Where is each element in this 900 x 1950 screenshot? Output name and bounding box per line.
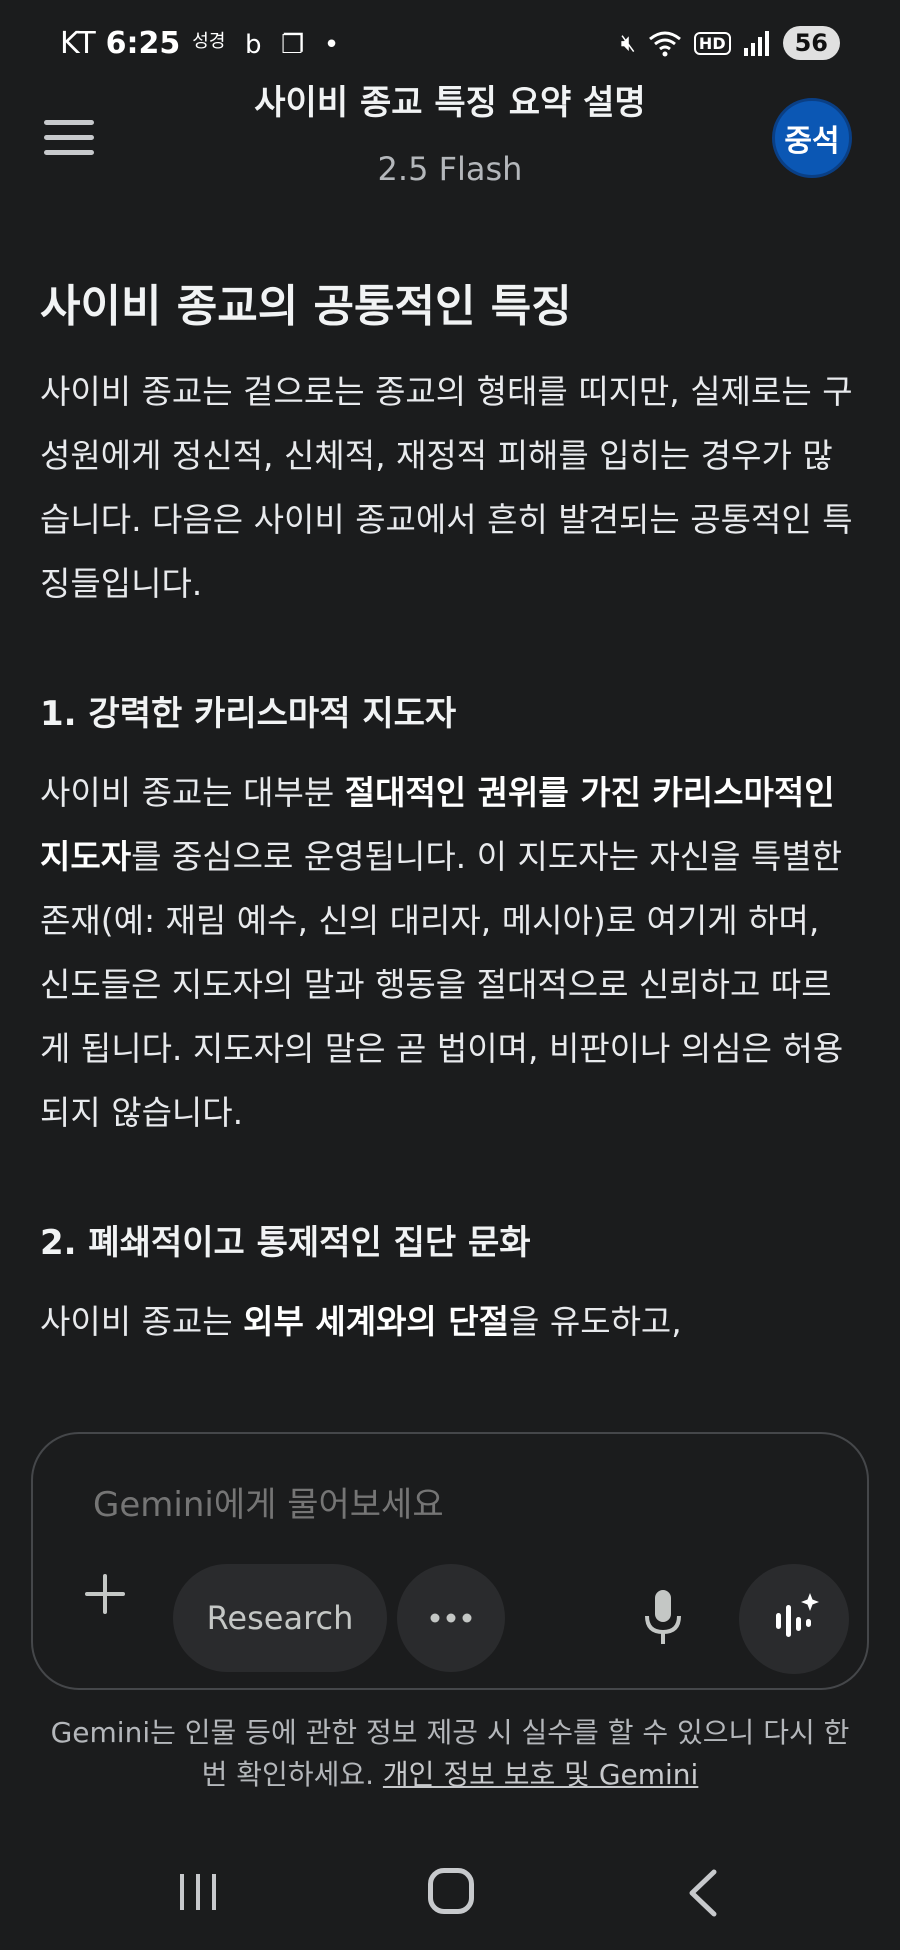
clock: 6:25 [105, 26, 181, 61]
prompt-input[interactable] [91, 1484, 795, 1526]
signal-icon [743, 31, 769, 56]
battery-indicator: 56 [782, 26, 840, 60]
recent-apps-button[interactable] [176, 1870, 220, 1914]
prompt-composer: Research [31, 1432, 869, 1690]
wifi-icon [648, 31, 681, 57]
notification-bible-label: 성경 [192, 31, 226, 52]
section-1-title: 1. 강력한 카리스마적 지도자 [40, 694, 457, 734]
bold-text: 외부 세계와의 단절 [243, 1302, 509, 1341]
app-header: 사이비 종교 특징 요약 설명 2.5 Flash 중석 [0, 70, 900, 200]
copy-icon: ❐ [281, 30, 305, 60]
carrier-label: KT [60, 26, 96, 61]
response-content: 사이비 종교의 공통적인 특징 사이비 종교는 겉으로는 종교의 형태를 띠지만… [40, 270, 860, 1354]
section-1-paragraph: 사이비 종교는 대부분 절대적인 권위를 가진 카리스마적인 지도자를 중심으로… [40, 773, 844, 1132]
microphone-button[interactable] [633, 1584, 693, 1654]
research-button[interactable]: Research [173, 1564, 387, 1672]
gemini-live-icon [776, 1593, 819, 1637]
more-horizontal-icon [430, 1613, 472, 1623]
home-button[interactable] [428, 1868, 474, 1914]
bing-icon: b [244, 30, 262, 60]
add-attachment-button[interactable] [73, 1562, 137, 1626]
conversation-title: 사이비 종교 특징 요약 설명 [254, 83, 646, 123]
mic-icon [645, 1590, 681, 1644]
more-tools-button[interactable] [397, 1564, 505, 1672]
mute-icon: 🔇︎ [620, 29, 636, 57]
dot-icon: • [323, 30, 340, 60]
plus-icon [85, 1574, 125, 1614]
hd-voice-icon: HD [693, 31, 731, 55]
back-button[interactable] [682, 1868, 726, 1918]
gemini-live-button[interactable] [739, 1564, 849, 1674]
status-right: 🔇︎ HD 56 [621, 26, 840, 60]
intro-paragraph: 사이비 종교는 겉으로는 종교의 형태를 띠지만, 실제로는 구성원에게 정신적… [40, 372, 853, 603]
section-2-paragraph: 사이비 종교는 외부 세계와의 단절을 유도하고, [40, 1302, 682, 1341]
privacy-link[interactable]: 개인 정보 보호 및 Gemini [383, 1758, 698, 1791]
response-heading: 사이비 종교의 공통적인 특징 [40, 281, 572, 332]
model-selector[interactable]: 2.5 Flash [0, 150, 900, 188]
status-left: KT 6:25 성경 b ❐ • [60, 26, 339, 61]
section-2-title: 2. 폐쇄적이고 통제적인 집단 문화 [40, 1223, 531, 1263]
disclaimer: Gemini는 인물 등에 관한 정보 제공 시 실수를 할 수 있으니 다시 … [40, 1712, 860, 1796]
avatar[interactable]: 중석 [772, 98, 852, 178]
system-nav-bar [0, 1840, 900, 1950]
